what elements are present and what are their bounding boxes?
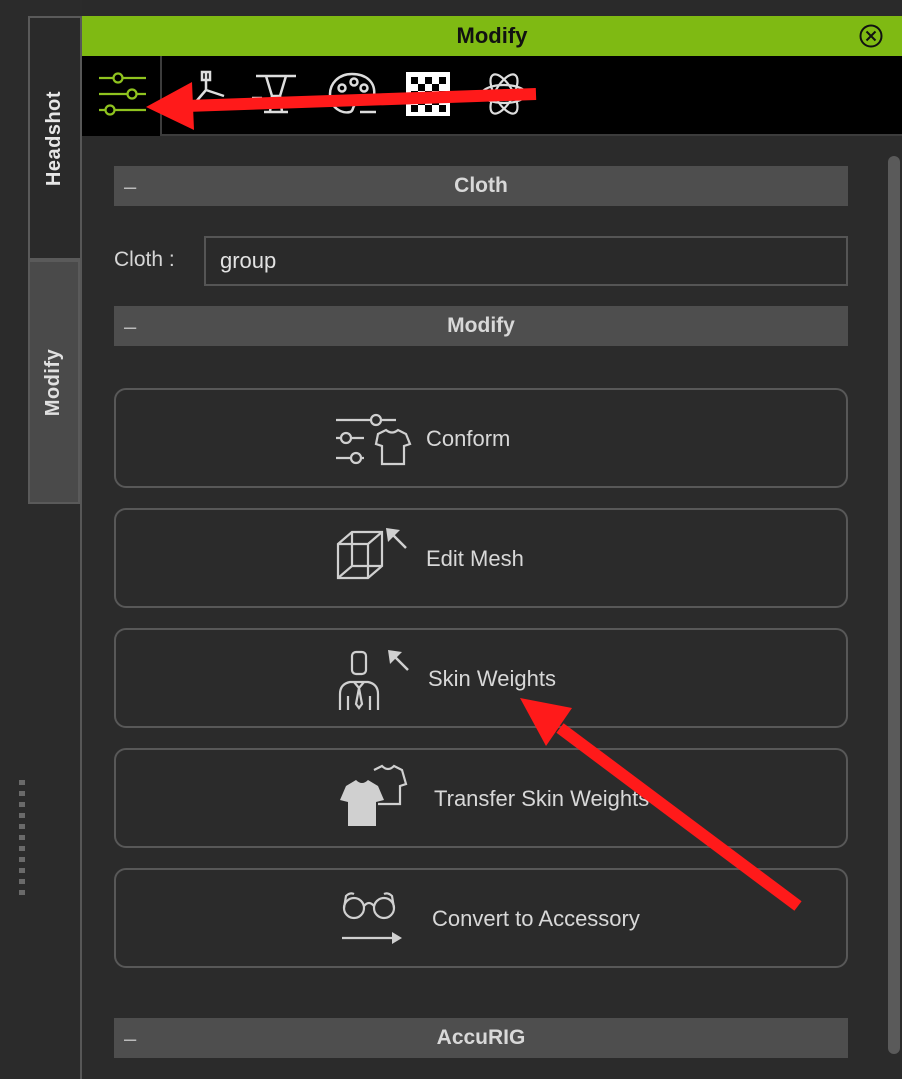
modify-sliders-icon[interactable] [96,68,148,120]
collapse-icon[interactable]: – [124,174,136,200]
panel-title: Modify [456,23,528,48]
physics-atom-icon[interactable] [478,68,530,120]
pose-icon[interactable] [180,68,232,120]
edit-mesh-icon [336,528,407,580]
collapse-icon[interactable]: – [124,314,136,340]
tab-headshot[interactable]: Headshot [28,16,80,260]
section-modify-title: Modify [447,314,515,337]
edit-mesh-label: Edit Mesh [426,546,524,571]
conform-button[interactable]: Conform [114,388,848,488]
section-cloth-header[interactable]: – Cloth [114,166,848,206]
cloth-name-field[interactable]: group [204,236,848,286]
tab-headshot-label: Headshot [43,90,66,186]
toolbar-divider [160,56,162,136]
conform-icon [336,413,412,466]
section-accurig-title: AccuRIG [436,1026,526,1049]
resize-grip[interactable] [19,780,25,898]
close-icon[interactable] [858,23,884,49]
panel-title-bar: Modify [82,16,902,56]
texture-checker-icon[interactable] [402,68,454,120]
edit-mesh-button[interactable]: Edit Mesh [114,508,848,608]
cloth-label: Cloth : [114,248,175,271]
material-icon[interactable] [326,68,378,120]
transfer-skin-weights-button[interactable]: Transfer Skin Weights [114,748,848,848]
morph-icon[interactable] [250,68,302,120]
transfer-skin-weights-label: Transfer Skin Weights [434,786,650,811]
skin-weights-button[interactable]: Skin Weights [114,628,848,728]
scrollbar[interactable] [888,156,900,1054]
convert-accessory-icon [342,892,402,944]
section-modify-header[interactable]: – Modify [114,306,848,346]
collapse-icon[interactable]: – [124,1026,136,1052]
transfer-skin-weights-icon [340,764,408,826]
skin-weights-icon [338,650,409,710]
section-accurig-header[interactable]: – AccuRIG [114,1018,848,1058]
convert-to-accessory-label: Convert to Accessory [432,906,640,931]
skin-weights-label: Skin Weights [428,666,556,691]
convert-to-accessory-button[interactable]: Convert to Accessory [114,868,848,968]
tab-modify-label: Modify [42,348,65,416]
section-cloth-title: Cloth [454,174,508,197]
conform-label: Conform [426,426,511,451]
tab-modify[interactable]: Modify [28,260,80,504]
